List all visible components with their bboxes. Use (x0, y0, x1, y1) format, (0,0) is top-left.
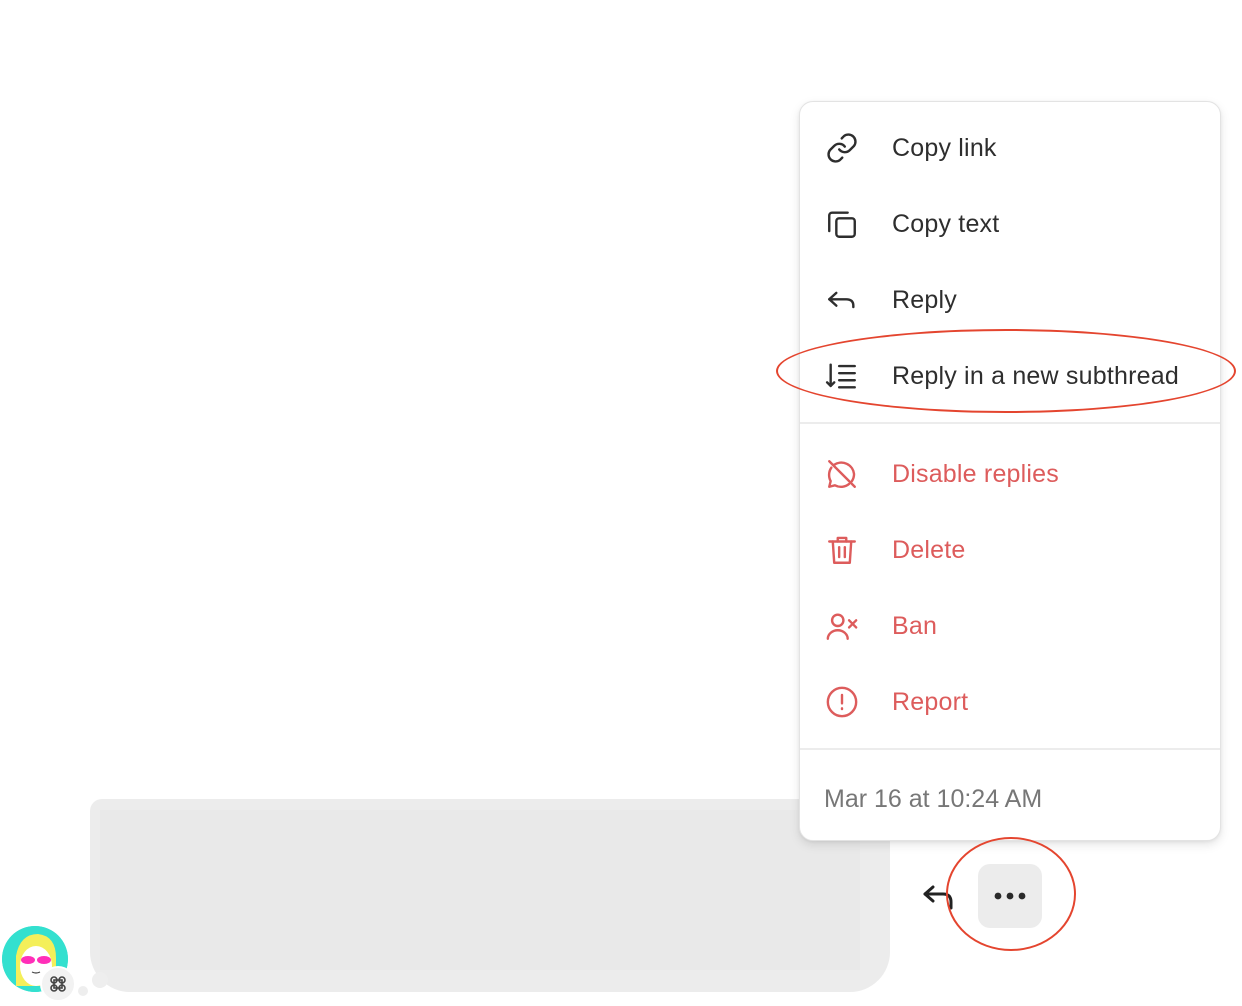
typing-dot (78, 986, 88, 996)
more-options-button[interactable] (978, 864, 1042, 928)
menu-item-label: Report (892, 687, 969, 716)
subthread-icon (824, 358, 860, 394)
menu-item-label: Reply in a new subthread (892, 361, 1179, 390)
reply-icon (824, 282, 860, 318)
menu-item-label: Delete (892, 535, 966, 564)
menu-divider (800, 748, 1220, 750)
menu-item-label: Copy link (892, 133, 997, 162)
alert-circle-icon (824, 684, 860, 720)
menu-item-report[interactable]: Report (800, 664, 1220, 740)
message-timestamp: Mar 16 at 10:24 AM (824, 785, 1043, 813)
menu-item-label: Reply (892, 285, 957, 314)
link-icon (824, 130, 860, 166)
menu-item-copy-link[interactable]: Copy link (800, 110, 1220, 186)
screen: Copy link Copy text Reply Reply in a new… (0, 0, 1242, 1006)
menu-item-label: Disable replies (892, 459, 1059, 488)
avatar-badge (40, 966, 76, 1002)
reply-action-button[interactable] (918, 876, 958, 916)
menu-item-delete[interactable]: Delete (800, 512, 1220, 588)
menu-item-ban[interactable]: Ban (800, 588, 1220, 664)
menu-item-disable-replies[interactable]: Disable replies (800, 436, 1220, 512)
menu-item-copy-text[interactable]: Copy text (800, 186, 1220, 262)
command-icon (50, 976, 66, 992)
more-horizontal-icon (994, 892, 1026, 900)
menu-divider (800, 422, 1220, 424)
trash-icon (824, 532, 860, 568)
menu-item-reply-subthread[interactable]: Reply in a new subthread (800, 338, 1220, 414)
menu-item-reply[interactable]: Reply (800, 262, 1220, 338)
context-menu: Copy link Copy text Reply Reply in a new… (799, 101, 1221, 841)
user-x-icon (824, 608, 860, 644)
comment-off-icon (824, 456, 860, 492)
copy-icon (824, 206, 860, 242)
message-content-redacted (100, 810, 860, 970)
menu-item-label: Copy text (892, 209, 1000, 238)
typing-dot (92, 972, 108, 988)
menu-item-label: Ban (892, 611, 938, 640)
reply-arrow-icon (923, 885, 953, 910)
